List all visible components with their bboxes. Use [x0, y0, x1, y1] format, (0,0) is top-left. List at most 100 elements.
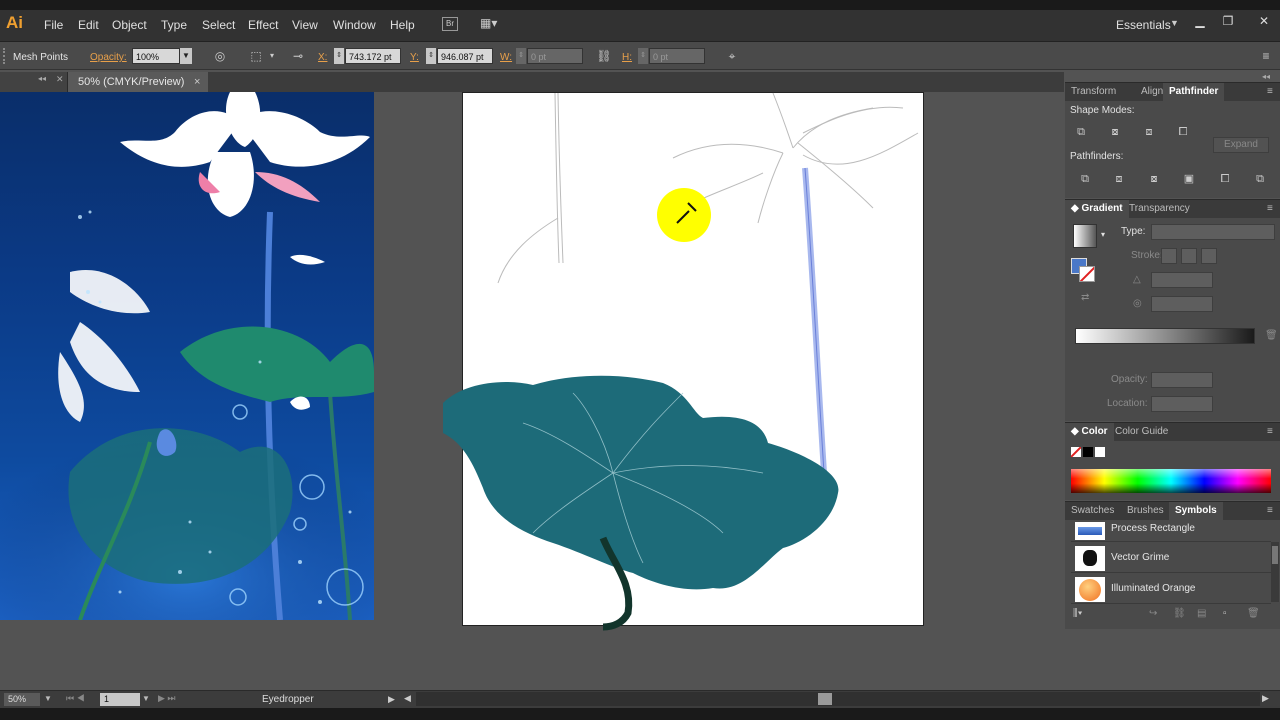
stroke-option-2[interactable] — [1181, 248, 1197, 264]
menu-view[interactable]: View — [292, 18, 318, 32]
scroll-left-icon[interactable]: ◀ — [404, 693, 411, 704]
tab-symbols[interactable]: Symbols — [1169, 502, 1223, 520]
horizontal-scrollbar[interactable] — [416, 692, 1260, 706]
opacity-input[interactable] — [1151, 372, 1213, 388]
location-input[interactable] — [1151, 396, 1213, 412]
minus-back-icon[interactable]: ⧉ — [1250, 170, 1270, 188]
symbol-libraries-icon[interactable]: ⫼▾ — [1073, 608, 1082, 619]
tab-pathfinder[interactable]: Pathfinder — [1163, 83, 1225, 101]
tab-color-guide[interactable]: Color Guide — [1109, 423, 1174, 441]
list-item[interactable]: Illuminated Orange — [1071, 575, 1271, 604]
break-link-icon[interactable]: ⛓ — [1173, 608, 1186, 619]
link-proportions-icon[interactable]: ⛓ — [596, 48, 612, 64]
align-points-icon[interactable]: ⊸ — [290, 48, 306, 64]
menu-type[interactable]: Type — [161, 18, 187, 32]
collapse-icon[interactable]: ◂◂ — [1262, 72, 1270, 81]
tab-transparency[interactable]: Transparency — [1123, 200, 1196, 218]
close-tab-icon[interactable]: × — [194, 72, 200, 92]
panel-menu-icon[interactable]: ≡ — [1261, 423, 1279, 441]
chevron-down-icon[interactable]: ▾ — [264, 48, 280, 64]
trim-icon[interactable]: ⧈ — [1109, 170, 1129, 188]
white-swatch[interactable] — [1095, 447, 1105, 457]
exclude-icon[interactable]: ⧠ — [1173, 123, 1193, 141]
menu-effect[interactable]: Effect — [248, 18, 278, 32]
tab-swatches[interactable]: Swatches — [1065, 502, 1120, 520]
tab-gradient[interactable]: ◆ Gradient — [1065, 200, 1129, 218]
document-tab[interactable]: 50% (CMYK/Preview) × — [68, 72, 208, 92]
intersect-icon[interactable]: ⧈ — [1139, 123, 1159, 141]
gradient-slider[interactable] — [1075, 328, 1255, 344]
minimize-icon[interactable]: ▁ — [1190, 14, 1210, 30]
w-input[interactable]: 0 pt — [527, 48, 583, 64]
scrollbar-thumb[interactable] — [1272, 546, 1278, 564]
first-artboard-icon[interactable]: ⏮ ◀ — [66, 693, 85, 704]
menu-object[interactable]: Object — [112, 18, 147, 32]
bridge-button[interactable]: Br — [442, 17, 458, 31]
none-color-swatch[interactable] — [1071, 447, 1081, 457]
y-input[interactable]: 946.087 pt — [437, 48, 493, 64]
placed-reference-image[interactable] — [0, 92, 374, 620]
reverse-icon[interactable]: ⇄ — [1081, 292, 1089, 303]
last-artboard-icon[interactable]: ▶ ⏭ — [158, 693, 176, 704]
transform-reference-icon[interactable]: ⬚ — [248, 48, 264, 64]
gradient-thumbnail[interactable] — [1073, 224, 1097, 248]
color-spectrum[interactable] — [1071, 469, 1271, 493]
new-symbol-icon[interactable]: ▫ — [1223, 608, 1227, 619]
restore-icon[interactable]: ❐ — [1218, 14, 1238, 30]
angle-input[interactable] — [1151, 272, 1213, 288]
opacity-dropdown-icon[interactable]: ▼ — [180, 48, 192, 64]
black-swatch[interactable] — [1083, 447, 1093, 457]
isolate-icon[interactable]: ⌖ — [724, 48, 740, 64]
tab-brushes[interactable]: Brushes — [1121, 502, 1170, 520]
divide-icon[interactable]: ⧉ — [1075, 170, 1095, 188]
y-stepper-icon[interactable]: ⇕ — [426, 48, 436, 64]
stroke-option-3[interactable] — [1201, 248, 1217, 264]
chevron-down-icon[interactable]: ▾ — [1101, 230, 1105, 239]
scroll-right-icon[interactable]: ▶ — [1262, 693, 1269, 704]
list-item[interactable]: Vector Grime — [1071, 544, 1271, 573]
zoom-level[interactable]: 50% — [4, 693, 40, 706]
collapse-icon[interactable]: ◂◂ — [38, 74, 46, 83]
place-symbol-icon[interactable]: ↪ — [1149, 608, 1157, 619]
aspect-ratio-input[interactable] — [1151, 296, 1213, 312]
close-window-icon[interactable]: ✕ — [1254, 14, 1274, 30]
opacity-label[interactable]: Opacity: — [90, 52, 127, 63]
panel-menu-icon[interactable]: ≡ — [1258, 48, 1274, 64]
w-stepper-icon[interactable]: ⇕ — [516, 48, 526, 64]
merge-icon[interactable]: ⧇ — [1144, 170, 1164, 188]
menu-file[interactable]: File — [44, 18, 63, 32]
x-input[interactable]: 743.172 pt — [345, 48, 401, 64]
menu-window[interactable]: Window — [333, 18, 376, 32]
outline-icon[interactable]: ⧠ — [1215, 170, 1235, 188]
opacity-input[interactable]: 100% — [132, 48, 180, 64]
tab-color[interactable]: ◆ Color — [1065, 423, 1114, 441]
gradient-stroke-swatch[interactable] — [1079, 266, 1095, 282]
arrange-documents-icon[interactable]: ▦▾ — [480, 16, 504, 32]
h-stepper-icon[interactable]: ⇕ — [638, 48, 648, 64]
menu-edit[interactable]: Edit — [78, 18, 99, 32]
menu-select[interactable]: Select — [202, 18, 235, 32]
chevron-down-icon[interactable]: ▼ — [44, 694, 52, 703]
delete-stop-icon[interactable]: 🗑 — [1265, 330, 1278, 341]
type-select[interactable] — [1151, 224, 1275, 240]
artboard-number[interactable]: 1 — [100, 693, 140, 706]
artboard[interactable] — [443, 92, 924, 631]
scrollbar-thumb[interactable] — [818, 693, 832, 705]
menu-help[interactable]: Help — [390, 18, 415, 32]
expand-button[interactable]: Expand — [1213, 137, 1269, 153]
chevron-down-icon[interactable]: ▼ — [1170, 18, 1179, 28]
stroke-option-1[interactable] — [1161, 248, 1177, 264]
close-icon[interactable]: ✕ — [56, 74, 64, 85]
symbol-options-icon[interactable]: ▤ — [1197, 608, 1206, 619]
scrollbar[interactable] — [1271, 542, 1279, 602]
workspace-switcher[interactable]: Essentials — [1116, 18, 1171, 32]
panel-menu-icon[interactable]: ≡ — [1261, 83, 1279, 101]
unite-icon[interactable]: ⧉ — [1071, 123, 1091, 141]
panel-menu-icon[interactable]: ≡ — [1261, 502, 1279, 520]
status-menu-icon[interactable]: ▶ — [388, 694, 395, 705]
crop-icon[interactable]: ▣ — [1179, 170, 1199, 188]
delete-symbol-icon[interactable]: 🗑 — [1247, 608, 1260, 619]
x-stepper-icon[interactable]: ⇕ — [334, 48, 344, 64]
minus-front-icon[interactable]: ⧇ — [1105, 123, 1125, 141]
panel-menu-icon[interactable]: ≡ — [1261, 200, 1279, 218]
